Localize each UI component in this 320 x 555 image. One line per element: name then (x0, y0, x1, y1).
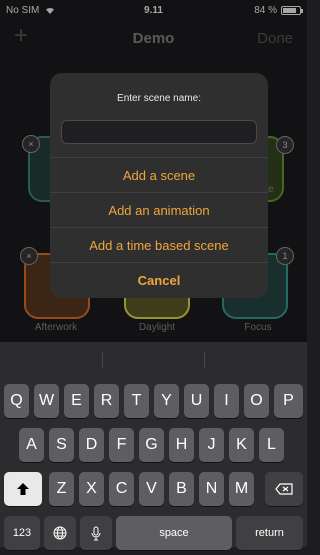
scene-name-dialog: Enter scene name: Add a scene Add an ani… (50, 73, 268, 298)
key-s[interactable]: S (49, 428, 74, 462)
key-p[interactable]: P (274, 384, 303, 418)
key-n[interactable]: N (199, 472, 224, 506)
key-k[interactable]: K (229, 428, 254, 462)
keyboard: Q W E R T Y U I O P A S D F G H J K L Z … (0, 342, 307, 550)
key-z[interactable]: Z (49, 472, 74, 506)
key-e[interactable]: E (64, 384, 89, 418)
add-scene-button[interactable]: Add a scene (50, 157, 268, 193)
key-h[interactable]: H (169, 428, 194, 462)
key-y[interactable]: Y (154, 384, 179, 418)
globe-icon (53, 526, 67, 540)
space-key[interactable]: space (116, 516, 232, 550)
add-animation-button[interactable]: Add an animation (50, 192, 268, 228)
shift-arrow-icon (17, 483, 29, 495)
key-t[interactable]: T (124, 384, 149, 418)
key-i[interactable]: I (214, 384, 239, 418)
return-key[interactable]: return (236, 516, 303, 550)
numbers-key[interactable]: 123 (4, 516, 40, 550)
cancel-button[interactable]: Cancel (50, 262, 268, 298)
key-q[interactable]: Q (4, 384, 29, 418)
key-f[interactable]: F (109, 428, 134, 462)
key-b[interactable]: B (169, 472, 194, 506)
key-a[interactable]: A (19, 428, 44, 462)
suggestion-divider (102, 352, 103, 368)
microphone-icon (91, 526, 101, 541)
key-x[interactable]: X (79, 472, 104, 506)
dictation-key[interactable] (80, 516, 112, 550)
globe-key[interactable] (44, 516, 76, 550)
key-d[interactable]: D (79, 428, 104, 462)
key-r[interactable]: R (94, 384, 119, 418)
key-g[interactable]: G (139, 428, 164, 462)
backspace-icon (275, 483, 293, 495)
key-o[interactable]: O (244, 384, 269, 418)
add-time-scene-button[interactable]: Add a time based scene (50, 227, 268, 263)
key-w[interactable]: W (34, 384, 59, 418)
key-v[interactable]: V (139, 472, 164, 506)
key-c[interactable]: C (109, 472, 134, 506)
backspace-key[interactable] (265, 472, 303, 506)
suggestion-bar (0, 342, 307, 378)
shift-key[interactable] (4, 472, 42, 506)
key-l[interactable]: L (259, 428, 284, 462)
suggestion-divider (204, 352, 205, 368)
key-m[interactable]: M (229, 472, 254, 506)
key-u[interactable]: U (184, 384, 209, 418)
dialog-title: Enter scene name: (117, 93, 201, 104)
key-j[interactable]: J (199, 428, 224, 462)
scene-name-input[interactable] (61, 120, 257, 144)
